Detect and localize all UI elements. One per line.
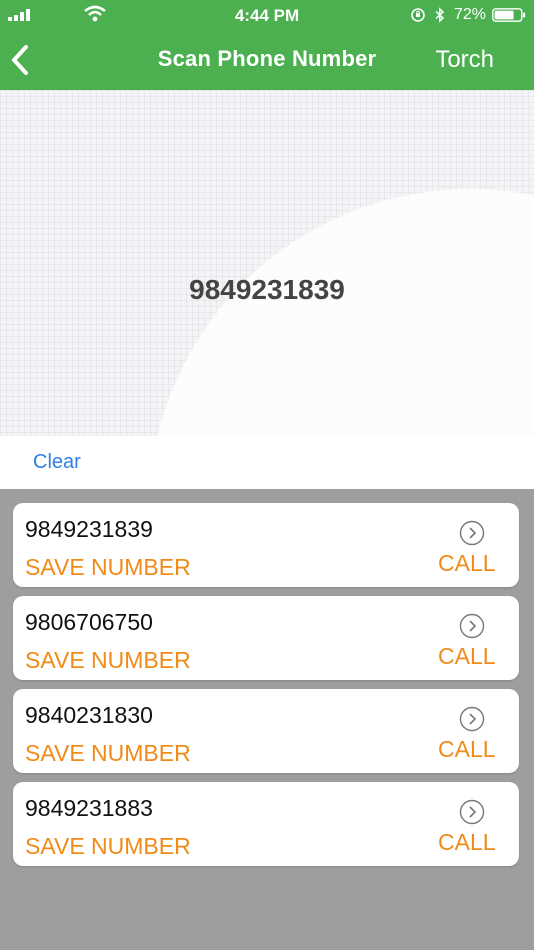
phone-number: 9849231839 [25, 516, 153, 542]
list-item: 9849231883 SAVE NUMBER CALL [13, 782, 519, 866]
chevron-right-circle-icon[interactable] [459, 613, 485, 639]
call-button[interactable]: CALL [438, 736, 496, 763]
status-bar: 4:44 PM 72% [0, 0, 534, 30]
orientation-lock-icon [411, 8, 425, 22]
list-item: 9806706750 SAVE NUMBER CALL [13, 596, 519, 680]
save-number-button[interactable]: SAVE NUMBER [25, 740, 191, 767]
call-button[interactable]: CALL [438, 829, 496, 856]
chevron-right-circle-icon[interactable] [459, 706, 485, 732]
detected-number: 9849231839 [189, 274, 345, 305]
status-right-group: 72% [410, 5, 526, 25]
call-button[interactable]: CALL [438, 643, 496, 670]
list-item: 9849231839 SAVE NUMBER CALL [13, 503, 519, 587]
list-item: 9840231830 SAVE NUMBER CALL [13, 689, 519, 773]
chevron-right-circle-icon[interactable] [459, 520, 485, 546]
phone-number: 9849231883 [25, 795, 153, 821]
save-number-button[interactable]: SAVE NUMBER [25, 833, 191, 860]
results-list: 9849231839 SAVE NUMBER CALL 9806706750 S… [0, 489, 534, 950]
battery-icon [492, 8, 526, 22]
clear-button[interactable]: Clear [33, 451, 81, 474]
nav-bar: Scan Phone Number Torch [0, 30, 534, 90]
save-number-button[interactable]: SAVE NUMBER [25, 647, 191, 674]
bluetooth-icon [435, 7, 445, 23]
battery-percent: 72% [453, 6, 486, 23]
scan-camera-view: 9849231839 [0, 90, 534, 436]
phone-number: 9840231830 [25, 702, 153, 728]
save-number-button[interactable]: SAVE NUMBER [25, 554, 191, 581]
call-button[interactable]: CALL [438, 550, 496, 577]
clear-bar: Clear [0, 436, 534, 489]
torch-button[interactable]: Torch [435, 46, 494, 74]
phone-number: 9806706750 [25, 609, 153, 635]
chevron-right-circle-icon[interactable] [459, 799, 485, 825]
